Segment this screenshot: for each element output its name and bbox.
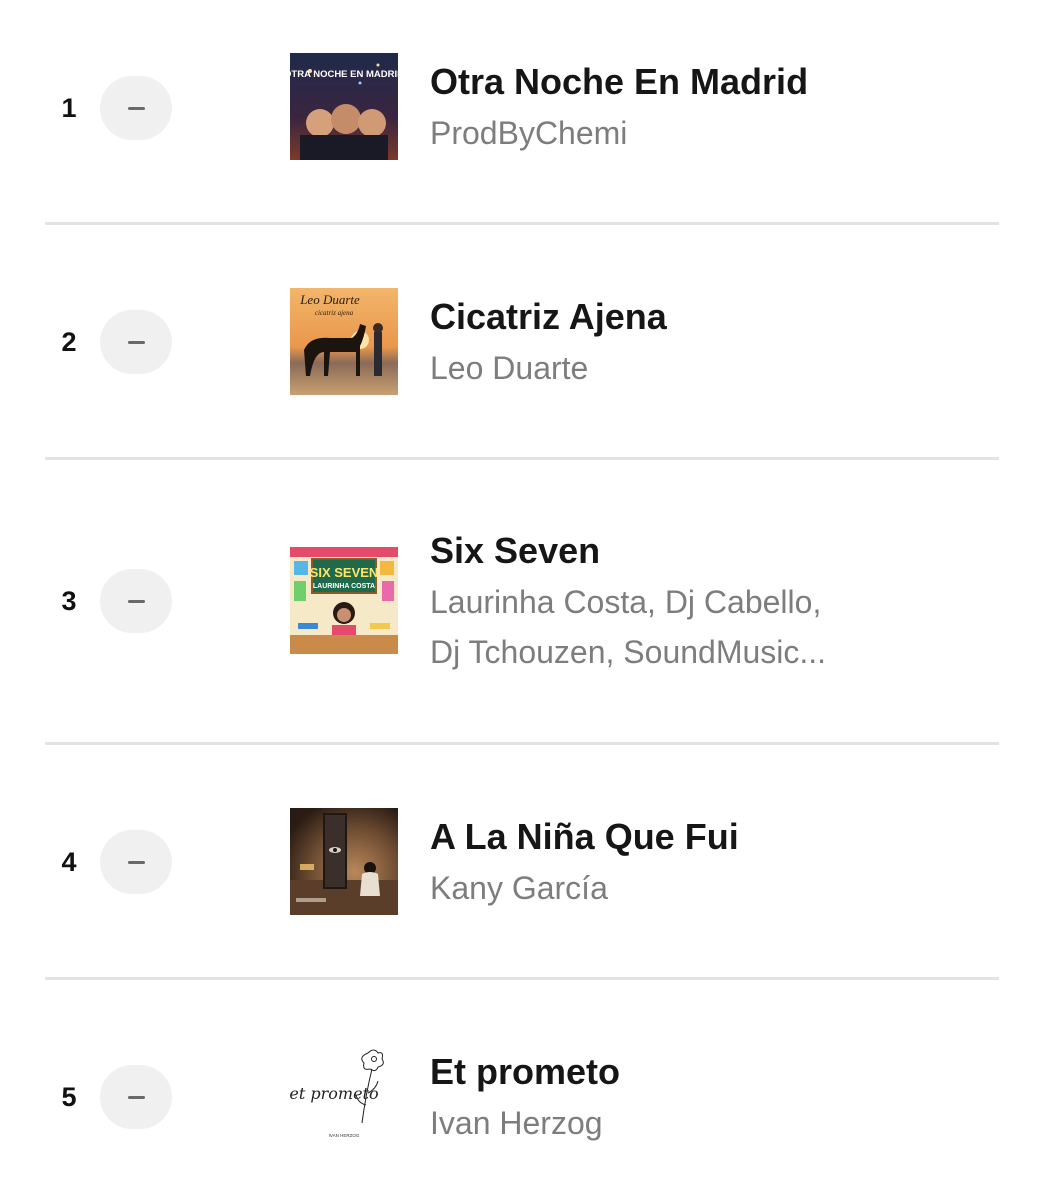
artist-name[interactable]: ProdByChemi [430,108,870,158]
rank-number: 4 [61,847,77,877]
cover-subtitle-text: LAURINHA COSTA [313,583,375,590]
no-change-indicator [100,569,172,633]
album-cover[interactable]: OTRA NOCHE EN MADRID [290,53,398,160]
no-change-indicator [100,310,172,374]
no-change-dash-icon [127,860,145,864]
rank-number: 5 [61,1082,77,1112]
album-cover[interactable]: Leo Duarte cicatriz ajena [290,288,398,395]
song-title[interactable]: A La Niña Que Fui [430,816,739,858]
album-cover[interactable]: SIX SEVEN LAURINHA COSTA [290,547,398,654]
no-change-dash-icon [127,1095,145,1099]
cover-title-text: et prometo [290,1084,379,1103]
artist-name[interactable]: Ivan Herzog [430,1098,870,1148]
chart-row[interactable]: 4 A La Niña Que Fui Kany García [0,745,1043,977]
song-title[interactable]: Otra Noche En Madrid [430,61,808,103]
artist-name[interactable]: Leo Duarte [430,343,870,393]
artist-name-line[interactable]: Dj Tchouzen, SoundMusic... [430,627,870,677]
cover-subtitle-text: IVAN HERZOG [329,1133,360,1138]
cover-subtitle-text: cicatriz ajena [315,309,354,317]
rank-number: 1 [61,93,77,123]
song-title[interactable]: Cicatriz Ajena [430,296,667,338]
cover-title-text: OTRA NOCHE EN MADRID [290,69,398,80]
chart-row[interactable]: 5 et prometo IVAN HERZOG Et prometo Ivan… [0,980,1043,1200]
rank-number: 3 [61,586,77,616]
album-cover[interactable] [290,808,398,915]
chart-list: 1 OTRA NOCHE EN MADRID Otra Noche En Mad… [0,0,1043,1200]
chart-row[interactable]: 3 SIX SEVEN LAURINHA COSTA Six Seven Lau… [0,460,1043,742]
song-title[interactable]: Six Seven [430,530,600,572]
artist-name-line[interactable]: Laurinha Costa, Dj Cabello, [430,577,870,627]
no-change-indicator [100,1065,172,1129]
artist-name[interactable]: Kany García [430,863,870,913]
no-change-indicator [100,76,172,140]
song-title[interactable]: Et prometo [430,1051,620,1093]
no-change-dash-icon [127,340,145,344]
album-cover[interactable]: et prometo IVAN HERZOG [290,1043,398,1150]
cover-title-text: Leo Duarte [299,292,360,307]
no-change-dash-icon [127,599,145,603]
rank-number: 2 [61,327,77,357]
chart-row[interactable]: 2 Leo Duarte cicatriz ajena Cicatriz Aje… [0,225,1043,457]
no-change-dash-icon [127,106,145,110]
no-change-indicator [100,830,172,894]
chart-row[interactable]: 1 OTRA NOCHE EN MADRID Otra Noche En Mad… [0,0,1043,222]
cover-title-text: SIX SEVEN [310,565,379,580]
